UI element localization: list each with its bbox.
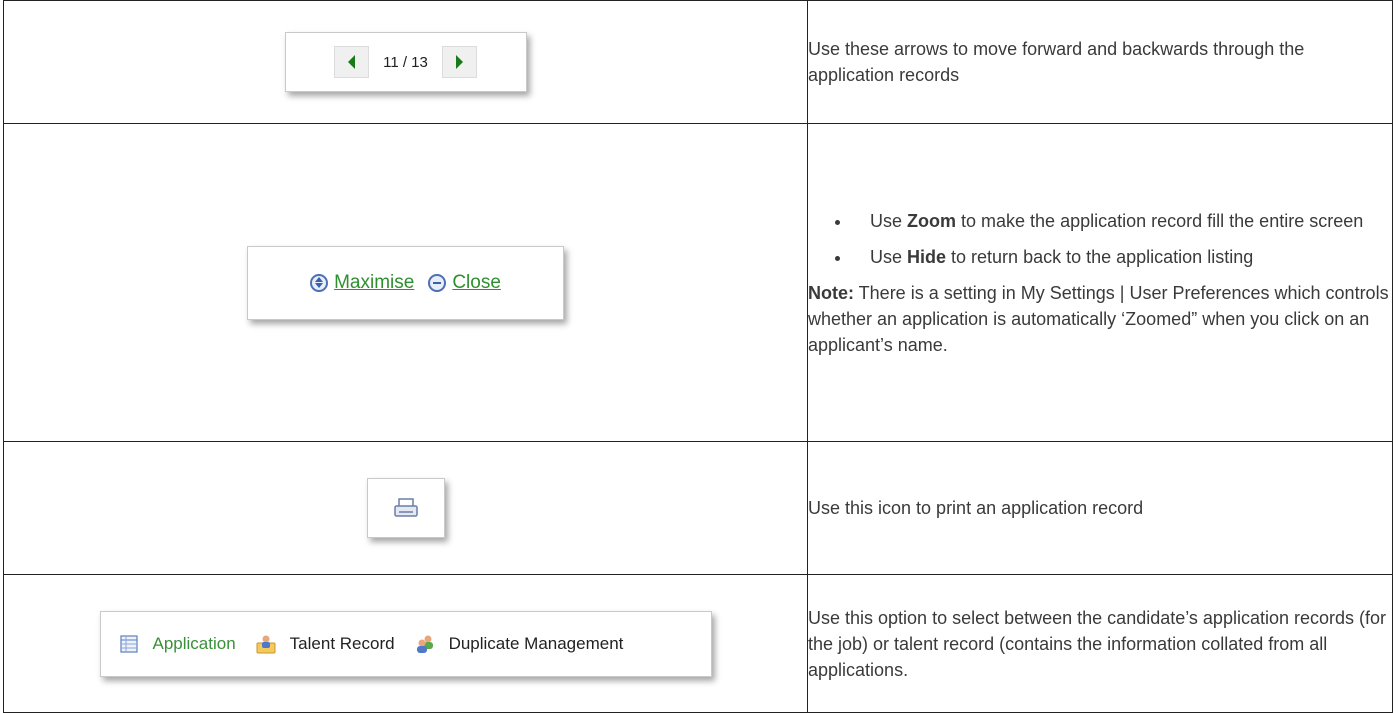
- table-row: 11 / 13 Use these arrows to move forward…: [3, 0, 1393, 124]
- table-row: Maximise Close Use Zoom to make the appl…: [3, 123, 1393, 442]
- zoom-description: Use Zoom to make the application record …: [807, 123, 1393, 442]
- close-link[interactable]: Close: [428, 272, 501, 294]
- next-record-button[interactable]: [441, 46, 477, 78]
- arrow-left-icon: [348, 55, 356, 69]
- tabs-image-cell: Application Talent Record Duplicate Mana…: [3, 574, 808, 713]
- settings-note: Note: There is a setting in My Settings …: [808, 282, 1389, 355]
- arrow-right-icon: [455, 55, 463, 69]
- tabs-description: Use this option to select between the ca…: [807, 574, 1393, 713]
- list-item: Use Hide to return back to the applicati…: [852, 244, 1392, 270]
- help-table: 11 / 13 Use these arrows to move forward…: [3, 0, 1393, 713]
- tab-application[interactable]: Application: [119, 634, 236, 654]
- tab-talent-record-label: Talent Record: [289, 633, 395, 653]
- list-item: Use Zoom to make the application record …: [852, 208, 1392, 234]
- tab-application-label: Application: [152, 633, 236, 653]
- zoom-hide-controls: Maximise Close: [247, 245, 564, 320]
- tab-duplicate-management-label: Duplicate Management: [448, 633, 624, 653]
- close-label: Close: [452, 271, 501, 293]
- maximise-icon: [310, 273, 329, 292]
- print-button[interactable]: [366, 478, 445, 538]
- maximise-link[interactable]: Maximise: [310, 272, 414, 294]
- users-icon: [416, 635, 433, 653]
- zoom-bullet-list: Use Zoom to make the application record …: [808, 208, 1392, 270]
- table-row: Use this icon to print an application re…: [3, 441, 1393, 575]
- print-image-cell: [3, 441, 808, 575]
- maximise-label: Maximise: [334, 271, 415, 293]
- person-folder-icon: [256, 635, 276, 653]
- record-counter: 11 / 13: [383, 53, 428, 71]
- pager-image-cell: 11 / 13: [3, 0, 808, 124]
- tab-duplicate-management[interactable]: Duplicate Management: [415, 633, 624, 654]
- previous-record-button[interactable]: [334, 46, 370, 78]
- print-description: Use this icon to print an application re…: [807, 441, 1393, 575]
- table-row: Application Talent Record Duplicate Mana…: [3, 574, 1393, 713]
- pager-description: Use these arrows to move forward and bac…: [807, 0, 1393, 124]
- spreadsheet-icon: [119, 634, 138, 653]
- record-pager: 11 / 13: [284, 32, 527, 92]
- close-icon: [428, 273, 447, 292]
- tab-talent-record[interactable]: Talent Record: [256, 634, 395, 654]
- record-tabs: Application Talent Record Duplicate Mana…: [99, 610, 712, 677]
- printer-icon: [393, 498, 418, 517]
- maximise-image-cell: Maximise Close: [3, 123, 808, 442]
